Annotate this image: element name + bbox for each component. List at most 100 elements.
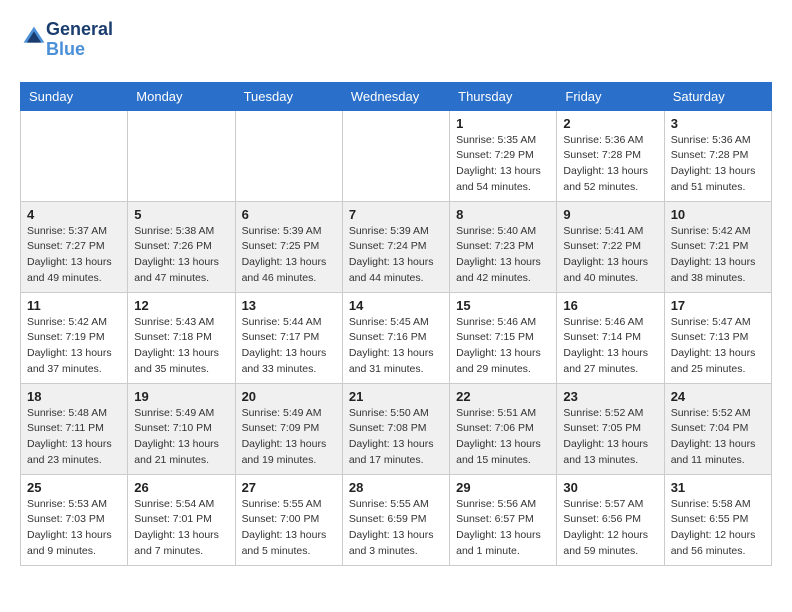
calendar-cell: 25 Sunrise: 5:53 AMSunset: 7:03 PMDayligh… (21, 474, 128, 565)
calendar-cell: 5Sunrise: 5:38 AMSunset: 7:26 PMDaylight… (128, 201, 235, 292)
logo-blue: Blue (46, 39, 85, 59)
calendar-cell: 2 Sunrise: 5:36 AMSunset: 7:28 PMDaylight… (557, 110, 664, 201)
day-info: Sunrise: 5:53 AMSunset: 7:03 PMDaylight:… (27, 497, 121, 560)
calendar-cell: 14Sunrise: 5:45 AMSunset: 7:16 PMDayligh… (342, 292, 449, 383)
calendar-cell: 17 Sunrise: 5:47 AMSunset: 7:13 PMDayligh… (664, 292, 771, 383)
calendar-cell: 12 Sunrise: 5:43 AMSunset: 7:18 PMDayligh… (128, 292, 235, 383)
weekday-header: Friday (557, 82, 664, 110)
day-number: 6 (242, 207, 336, 222)
calendar-cell: 11 Sunrise: 5:42 AMSunset: 7:19 PMDayligh… (21, 292, 128, 383)
calendar-cell (235, 110, 342, 201)
day-info: Sunrise: 5:37 AMSunset: 7:27 PMDaylight:… (27, 224, 121, 287)
day-info: Sunrise: 5:42 AMSunset: 7:19 PMDaylight:… (27, 315, 121, 378)
day-info: Sunrise: 5:36 AMSunset: 7:28 PMDaylight:… (563, 133, 657, 196)
day-number: 8 (456, 207, 550, 222)
calendar-cell: 15 Sunrise: 5:46 AMSunset: 7:15 PMDayligh… (450, 292, 557, 383)
calendar-cell: 1 Sunrise: 5:35 AMSunset: 7:29 PMDaylight… (450, 110, 557, 201)
weekday-header: Saturday (664, 82, 771, 110)
day-info: Sunrise: 5:43 AMSunset: 7:18 PMDaylight:… (134, 315, 228, 378)
calendar-cell: 18 Sunrise: 5:48 AMSunset: 7:11 PMDayligh… (21, 383, 128, 474)
day-number: 29 (456, 480, 550, 495)
weekday-header: Wednesday (342, 82, 449, 110)
day-number: 19 (134, 389, 228, 404)
day-info: Sunrise: 5:35 AMSunset: 7:29 PMDaylight:… (456, 133, 550, 196)
calendar-cell: 28Sunrise: 5:55 AMSunset: 6:59 PMDayligh… (342, 474, 449, 565)
day-number: 10 (671, 207, 765, 222)
day-info: Sunrise: 5:41 AMSunset: 7:22 PMDaylight:… (563, 224, 657, 287)
day-number: 22 (456, 389, 550, 404)
day-info: Sunrise: 5:54 AMSunset: 7:01 PMDaylight:… (134, 497, 228, 560)
day-info: Sunrise: 5:49 AMSunset: 7:10 PMDaylight:… (134, 406, 228, 469)
day-info: Sunrise: 5:45 AMSunset: 7:16 PMDaylight:… (349, 315, 443, 378)
calendar-cell: 22 Sunrise: 5:51 AMSunset: 7:06 PMDayligh… (450, 383, 557, 474)
day-number: 23 (563, 389, 657, 404)
weekday-header: Sunday (21, 82, 128, 110)
logo-general: General (46, 20, 113, 40)
day-info: Sunrise: 5:39 AMSunset: 7:24 PMDaylight:… (349, 224, 443, 287)
day-number: 31 (671, 480, 765, 495)
calendar-cell: 20Sunrise: 5:49 AMSunset: 7:09 PMDayligh… (235, 383, 342, 474)
calendar-cell: 13 Sunrise: 5:44 AMSunset: 7:17 PMDayligh… (235, 292, 342, 383)
day-info: Sunrise: 5:48 AMSunset: 7:11 PMDaylight:… (27, 406, 121, 469)
day-info: Sunrise: 5:42 AMSunset: 7:21 PMDaylight:… (671, 224, 765, 287)
calendar-cell (128, 110, 235, 201)
day-number: 1 (456, 116, 550, 131)
day-info: Sunrise: 5:47 AMSunset: 7:13 PMDaylight:… (671, 315, 765, 378)
day-number: 17 (671, 298, 765, 313)
day-number: 20 (242, 389, 336, 404)
day-info: Sunrise: 5:36 AMSunset: 7:28 PMDaylight:… (671, 133, 765, 196)
logo: General Blue (20, 20, 113, 60)
calendar-cell: 29 Sunrise: 5:56 AMSunset: 6:57 PMDayligh… (450, 474, 557, 565)
calendar-cell: 31 Sunrise: 5:58 AMSunset: 6:55 PMDayligh… (664, 474, 771, 565)
day-number: 16 (563, 298, 657, 313)
day-info: Sunrise: 5:52 AMSunset: 7:04 PMDaylight:… (671, 406, 765, 469)
calendar-cell: 16 Sunrise: 5:46 AMSunset: 7:14 PMDayligh… (557, 292, 664, 383)
calendar-cell: 10 Sunrise: 5:42 AMSunset: 7:21 PMDayligh… (664, 201, 771, 292)
calendar-cell: 24 Sunrise: 5:52 AMSunset: 7:04 PMDayligh… (664, 383, 771, 474)
day-number: 13 (242, 298, 336, 313)
calendar-table: SundayMondayTuesdayWednesdayThursdayFrid… (20, 82, 772, 566)
day-info: Sunrise: 5:46 AMSunset: 7:14 PMDaylight:… (563, 315, 657, 378)
day-number: 27 (242, 480, 336, 495)
day-number: 4 (27, 207, 121, 222)
day-info: Sunrise: 5:40 AMSunset: 7:23 PMDaylight:… (456, 224, 550, 287)
day-info: Sunrise: 5:39 AMSunset: 7:25 PMDaylight:… (242, 224, 336, 287)
calendar-cell: 8 Sunrise: 5:40 AMSunset: 7:23 PMDaylight… (450, 201, 557, 292)
calendar-cell: 23 Sunrise: 5:52 AMSunset: 7:05 PMDayligh… (557, 383, 664, 474)
day-info: Sunrise: 5:55 AMSunset: 7:00 PMDaylight:… (242, 497, 336, 560)
calendar-cell: 30Sunrise: 5:57 AMSunset: 6:56 PMDayligh… (557, 474, 664, 565)
calendar-cell: 21 Sunrise: 5:50 AMSunset: 7:08 PMDayligh… (342, 383, 449, 474)
day-number: 28 (349, 480, 443, 495)
day-number: 7 (349, 207, 443, 222)
calendar-cell (342, 110, 449, 201)
day-info: Sunrise: 5:57 AMSunset: 6:56 PMDaylight:… (563, 497, 657, 560)
day-info: Sunrise: 5:58 AMSunset: 6:55 PMDaylight:… (671, 497, 765, 560)
day-info: Sunrise: 5:56 AMSunset: 6:57 PMDaylight:… (456, 497, 550, 560)
day-info: Sunrise: 5:46 AMSunset: 7:15 PMDaylight:… (456, 315, 550, 378)
calendar-cell: 27 Sunrise: 5:55 AMSunset: 7:00 PMDayligh… (235, 474, 342, 565)
weekday-header: Tuesday (235, 82, 342, 110)
day-number: 11 (27, 298, 121, 313)
day-number: 26 (134, 480, 228, 495)
calendar-cell: 26 Sunrise: 5:54 AMSunset: 7:01 PMDayligh… (128, 474, 235, 565)
day-number: 25 (27, 480, 121, 495)
day-number: 18 (27, 389, 121, 404)
day-number: 24 (671, 389, 765, 404)
day-number: 12 (134, 298, 228, 313)
calendar-cell: 9 Sunrise: 5:41 AMSunset: 7:22 PMDaylight… (557, 201, 664, 292)
day-number: 2 (563, 116, 657, 131)
day-info: Sunrise: 5:51 AMSunset: 7:06 PMDaylight:… (456, 406, 550, 469)
calendar-cell: 7 Sunrise: 5:39 AMSunset: 7:24 PMDaylight… (342, 201, 449, 292)
day-number: 5 (134, 207, 228, 222)
day-number: 21 (349, 389, 443, 404)
calendar-cell: 19 Sunrise: 5:49 AMSunset: 7:10 PMDayligh… (128, 383, 235, 474)
weekday-header: Thursday (450, 82, 557, 110)
day-number: 3 (671, 116, 765, 131)
day-info: Sunrise: 5:50 AMSunset: 7:08 PMDaylight:… (349, 406, 443, 469)
day-info: Sunrise: 5:52 AMSunset: 7:05 PMDaylight:… (563, 406, 657, 469)
day-info: Sunrise: 5:44 AMSunset: 7:17 PMDaylight:… (242, 315, 336, 378)
day-number: 9 (563, 207, 657, 222)
day-number: 15 (456, 298, 550, 313)
calendar-cell: 3 Sunrise: 5:36 AMSunset: 7:28 PMDaylight… (664, 110, 771, 201)
calendar-cell: 4 Sunrise: 5:37 AMSunset: 7:27 PMDaylight… (21, 201, 128, 292)
